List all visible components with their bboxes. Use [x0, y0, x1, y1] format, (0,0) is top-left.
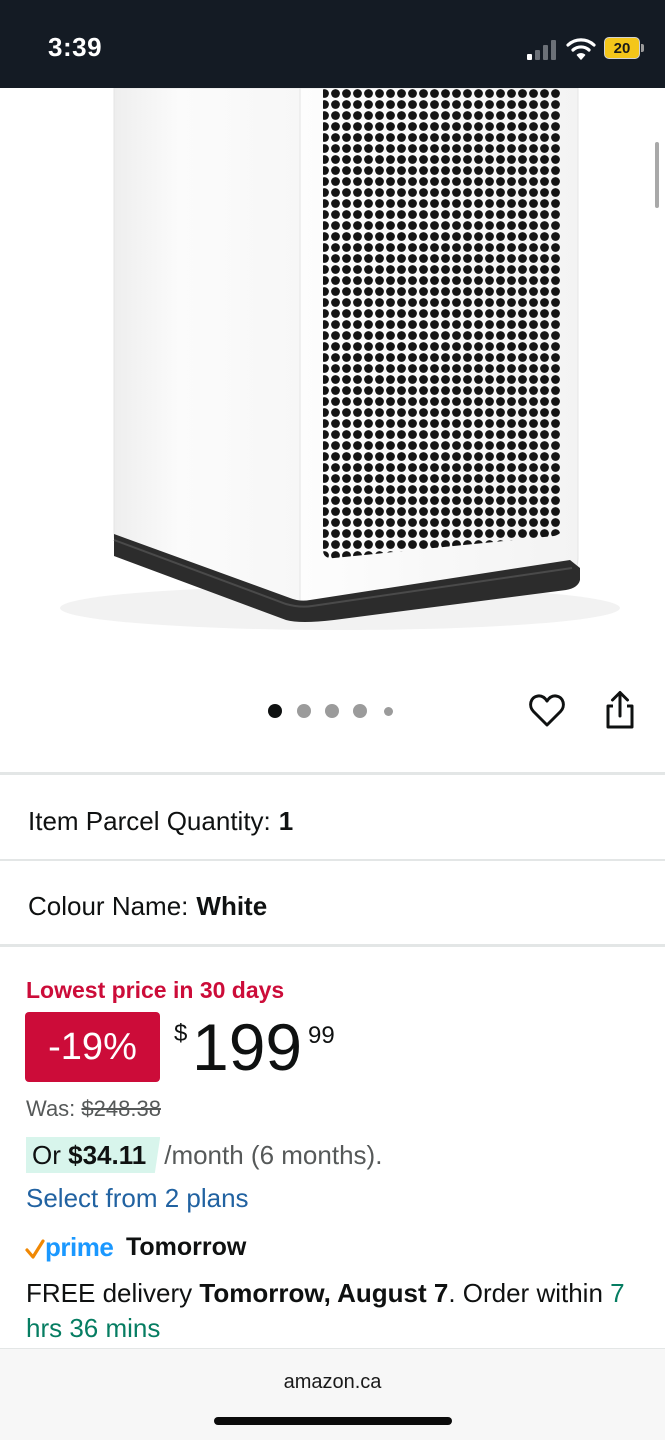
delivery-message: FREE delivery Tomorrow, August 7. Order … — [26, 1276, 626, 1346]
was-label: Was: — [26, 1096, 76, 1121]
price-currency-symbol: $ — [174, 1020, 188, 1047]
air-purifier-image[interactable] — [0, 88, 665, 648]
delivery-date: Tomorrow, August 7 — [199, 1278, 449, 1308]
prime-delivery-day: Tomorrow — [126, 1233, 247, 1261]
prime-logo: prime — [45, 1232, 114, 1262]
discount-badge: -19% — [25, 1012, 160, 1082]
spec-label: Colour Name: — [28, 891, 189, 921]
select-plans-link[interactable]: Select from 2 plans — [26, 1183, 249, 1214]
divider — [0, 944, 665, 947]
order-within-text: . Order within — [448, 1278, 603, 1308]
price-whole: 199 — [192, 1010, 303, 1084]
status-bar: 3:39 20 — [0, 0, 665, 88]
status-time: 3:39 — [48, 32, 103, 62]
heart-icon[interactable] — [528, 692, 566, 728]
scroll-indicator[interactable] — [655, 142, 659, 208]
carousel-dot[interactable] — [353, 704, 367, 718]
item-parcel-quantity-row[interactable]: Item Parcel Quantity: 1 — [28, 806, 293, 837]
carousel-dot[interactable] — [384, 707, 393, 716]
free-delivery-label: FREE delivery — [26, 1278, 193, 1308]
battery-tip — [641, 44, 644, 52]
cellular-signal-icon — [527, 40, 559, 60]
monthly-amount: $34.11 — [68, 1140, 147, 1170]
monthly-payment-row: Or $34.11/month (6 months). — [26, 1137, 383, 1173]
carousel-dot[interactable] — [297, 704, 311, 718]
spec-value: White — [196, 891, 268, 921]
was-price-row: Was: $248.38 — [26, 1096, 161, 1122]
monthly-payment-chip: Or $34.11 — [26, 1137, 161, 1173]
battery-icon: 20 — [604, 37, 640, 59]
share-icon[interactable] — [603, 690, 637, 730]
spec-label: Item Parcel Quantity: — [28, 806, 271, 836]
divider — [0, 772, 665, 775]
colour-name-row[interactable]: Colour Name: White — [28, 891, 267, 922]
price-fraction: 99 — [308, 1022, 335, 1049]
monthly-suffix: /month (6 months). — [164, 1140, 383, 1170]
site-domain[interactable]: amazon.ca — [0, 1371, 665, 1394]
monthly-prefix: Or — [32, 1140, 61, 1170]
lowest-price-label: Lowest price in 30 days — [26, 977, 285, 1003]
browser-address-bar[interactable]: amazon.ca — [0, 1348, 665, 1440]
divider — [0, 859, 665, 861]
prime-check-icon — [25, 1239, 45, 1259]
battery-level: 20 — [613, 40, 631, 57]
home-indicator[interactable] — [214, 1417, 452, 1425]
was-price: $248.38 — [81, 1096, 161, 1121]
spec-value: 1 — [278, 806, 294, 836]
carousel-dot-active[interactable] — [268, 704, 282, 718]
carousel-dot[interactable] — [325, 704, 339, 718]
wifi-icon — [566, 38, 596, 60]
